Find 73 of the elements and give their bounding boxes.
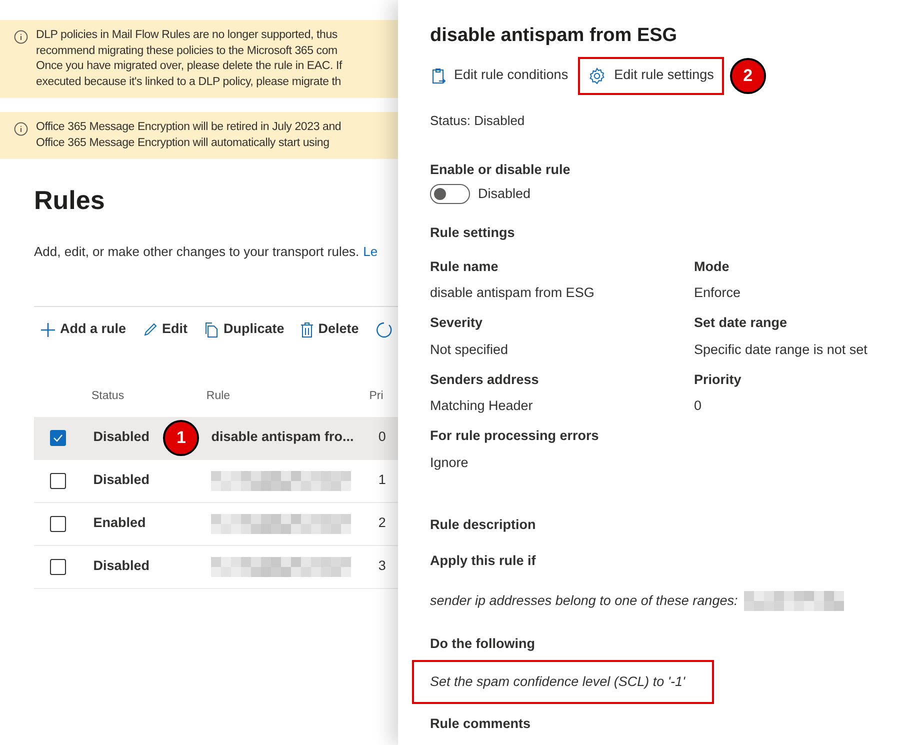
field-value: Enforce (694, 284, 742, 302)
column-header: Pri (369, 388, 384, 404)
info-icon (14, 30, 28, 44)
field-value: Not specified (430, 340, 510, 359)
checkbox[interactable] (50, 430, 66, 446)
checkbox[interactable] (50, 516, 66, 532)
field-label: Mode (694, 258, 730, 276)
copy-icon (204, 322, 220, 338)
info-icon (14, 122, 28, 136)
section-heading: Apply this rule if (430, 552, 537, 570)
priority-cell-text: 1 (378, 471, 387, 490)
field-label: For rule processing errors (430, 427, 600, 446)
refresh-icon (374, 320, 393, 338)
status-cell-text: Disabled (93, 557, 150, 576)
rule-cell-text: disable antispam fro... (211, 428, 354, 446)
status-cell-text: Disabled (93, 471, 150, 490)
toolbar-button[interactable]: Delete (300, 319, 359, 340)
section-heading: Rule settings (430, 224, 516, 242)
toggle-switch[interactable] (430, 184, 470, 204)
column-header: Status (91, 388, 126, 404)
field-value: Ignore (430, 454, 470, 472)
callout-badge: 1 (163, 420, 200, 456)
toggle-label: Disabled (478, 185, 531, 204)
field-label: Rule name (430, 258, 500, 276)
learn-link[interactable]: Le (363, 242, 378, 262)
field-label: Severity (430, 314, 484, 332)
panel-title: disable antispam from ESG (430, 24, 678, 48)
check-icon (53, 434, 63, 442)
page-title: Rules (34, 184, 106, 217)
checkbox[interactable] (50, 472, 66, 488)
section-heading: Do the following (430, 634, 536, 653)
table-row[interactable]: Disabled 1 disable antispam fro... 0 (34, 416, 398, 460)
field-value: Specific date range is not set (694, 340, 868, 359)
banner-text: Office 365 Message Encryption will be retired in July 2023 and (36, 120, 342, 135)
priority-cell-text: 0 (378, 428, 387, 446)
field-value: disable antispam from ESG (430, 284, 596, 302)
table-row[interactable]: Enabled 2 (34, 502, 398, 546)
status-cell-text: Enabled (93, 514, 146, 532)
action-text: Set the spam confidence level (SCL) to '-1' (412, 660, 714, 704)
settings-icon (588, 66, 606, 84)
banner-text: executed because it's linked to a DLP policy, please migrate th (36, 74, 342, 90)
toolbar-button[interactable]: Edit (142, 319, 188, 340)
status-text: Status: Disabled (430, 112, 526, 130)
callout-badge: 2 (730, 58, 766, 94)
section-heading: Rule description (430, 516, 537, 534)
pencil-icon (142, 322, 158, 338)
toolbar-button[interactable]: Duplicate (204, 319, 284, 340)
plus-icon (40, 322, 56, 338)
field-label: Priority (694, 370, 742, 389)
field-label: Enable or disable rule (430, 161, 572, 179)
condition-text: sender ip addresses belong to one of these ranges: (430, 592, 738, 610)
field-value: 0 (694, 397, 703, 415)
field-label: Set date range (694, 314, 788, 332)
table-row[interactable]: Disabled 1 (34, 460, 398, 502)
banner-text: Office 365 Message Encryption will automatically start using (36, 136, 330, 150)
priority-cell-text: 3 (378, 557, 387, 576)
action-button[interactable]: Edit rule conditions (420, 56, 578, 94)
trash-icon (300, 322, 314, 338)
field-label: Senders address (430, 370, 540, 389)
table-row[interactable]: Disabled 3 (34, 546, 398, 588)
clipboard-icon (430, 66, 446, 84)
priority-cell-text: 2 (378, 514, 387, 532)
column-header: Rule (206, 388, 232, 404)
status-cell-text: Disabled (93, 428, 150, 446)
banner-text: DLP policies in Mail Flow Rules are no longer supported, thus (36, 28, 338, 43)
field-value: Matching Header (430, 397, 534, 415)
section-heading: Rule comments (430, 714, 532, 733)
action-button[interactable]: Edit rule settings (578, 56, 724, 94)
checkbox[interactable] (50, 558, 66, 574)
banner-text: recommend migrating these policies to the Microsoft 365 com (36, 44, 338, 58)
page-description: Add, edit, or make other changes to your transport rules. (34, 243, 360, 261)
banner-text: Once you have migrated over, please delete the rule in EAC. If (36, 59, 342, 74)
toolbar-button[interactable]: Add a rule (40, 319, 126, 340)
